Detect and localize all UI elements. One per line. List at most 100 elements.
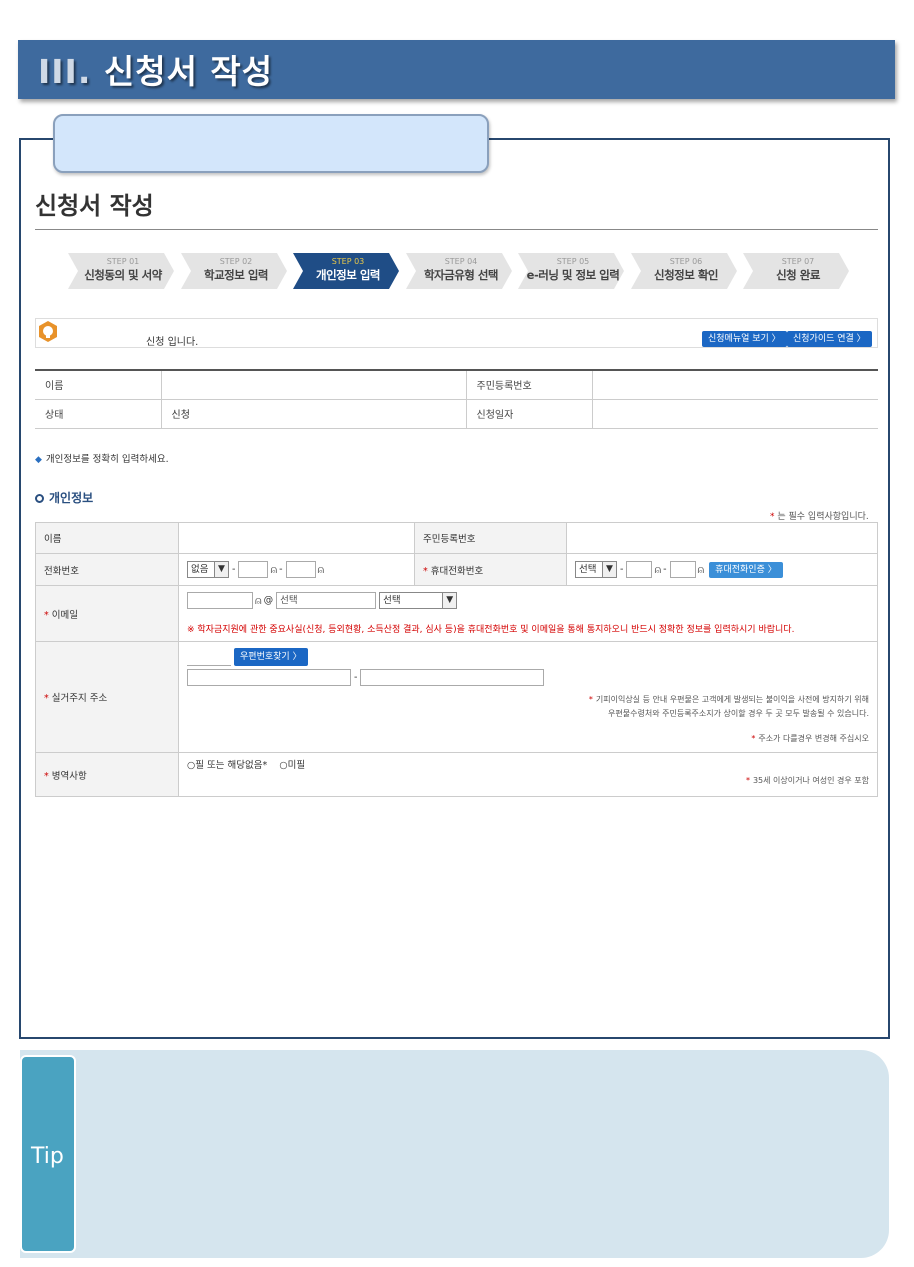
step-name: e-러닝 및 정보 입력 — [526, 268, 620, 282]
table-row: * 병역사항 ○필 또는 해당없음* ○미필 * 35세 이상이거나 여성인 경우 … — [35, 752, 878, 797]
mobile-verify-button[interactable]: 휴대전화인증 〉 — [709, 561, 783, 578]
step-number: STEP 04 — [444, 257, 478, 266]
email-id-input[interactable] — [187, 592, 253, 609]
table-row: * 실거주지 주소 우편번호찾기 〉 - * 기피이익상실 등 안내 우편물은 고객… — [35, 641, 878, 753]
military-label-text: 병역사항 — [51, 770, 87, 782]
zip-input[interactable] — [187, 648, 231, 666]
form-rrn-value — [566, 522, 878, 554]
address-label-text: 실거주지 주소 — [51, 693, 108, 704]
table-row: 이름 주민등록번호 — [35, 370, 878, 400]
chevron-down-icon: ▼ — [602, 562, 616, 577]
step-number: STEP 03 — [331, 257, 365, 266]
date-value — [591, 399, 878, 429]
email-label-text: 이메일 — [51, 609, 78, 621]
chevron-down-icon: ▼ — [214, 562, 228, 577]
phone-last-input[interactable] — [285, 561, 316, 578]
keypad-icon[interactable]: ⍝ — [270, 563, 277, 576]
mobile-middle-input[interactable] — [626, 561, 653, 578]
notice-text: ◆ 개인정보를 정확히 입력하세요. — [35, 451, 169, 465]
military-opt1-label: 필 또는 해당없음* — [195, 760, 268, 771]
section-heading-text: 개인정보 — [49, 491, 94, 505]
tip-box — [20, 1050, 889, 1258]
address-note-3: * 주소가 다를경우 변경해 주십시오 — [751, 734, 869, 743]
lightbulb-icon — [37, 320, 59, 344]
step-name: 개인정보 입력 — [316, 268, 380, 282]
address-note-2: 우편물수령처와 주민등록주소지가 상이할 경우 두 곳 모두 발송될 수 있습니… — [608, 709, 869, 718]
form-rrn-label: 주민등록번호 — [414, 522, 567, 554]
rrn-value — [591, 370, 878, 400]
phone-middle-input[interactable] — [238, 561, 269, 578]
zip-search-button[interactable]: 우편번호찾기 〉 — [234, 648, 308, 666]
required-mark: * — [44, 609, 49, 621]
keypad-icon[interactable]: ⍝ — [698, 563, 705, 576]
step-name: 신청정보 확인 — [654, 268, 718, 282]
military-note-text: 35세 이상이거나 여성인 경우 포함 — [752, 776, 869, 785]
address-note-1-text: 기피이익상실 등 안내 우편물은 고객에게 발생되는 불이익을 사전에 방지하기… — [595, 695, 869, 704]
email-domain-select-value: 선택 — [383, 595, 401, 606]
military-radio-2[interactable]: ○ — [279, 760, 287, 771]
step-name: 학자금유형 선택 — [423, 268, 499, 282]
step-item: STEP 04 학자금유형 선택 — [406, 253, 516, 289]
military-label: * 병역사항 — [35, 752, 179, 797]
caption-tab — [53, 114, 489, 173]
phone-prefix-select[interactable]: 없음 ▼ — [187, 561, 229, 578]
step-number: STEP 05 — [556, 257, 590, 266]
keypad-icon[interactable]: ⍝ — [318, 563, 325, 576]
email-domain-input[interactable]: 선택 — [276, 592, 377, 609]
step-number: STEP 02 — [219, 257, 253, 266]
step-name: 신청 완료 — [776, 268, 820, 282]
mobile-last-input[interactable] — [669, 561, 696, 578]
required-mark: * — [423, 565, 428, 577]
step-number: STEP 06 — [669, 257, 703, 266]
address-note-1: * 기피이익상실 등 안내 우편물은 고객에게 발생되는 불이익을 사전에 방지하… — [588, 695, 869, 704]
circle-bullet-icon — [35, 494, 44, 503]
step-item: STEP 01 신청동의 및 서약 — [68, 253, 178, 289]
address-inputs: - — [187, 669, 869, 686]
mobile-label-text: 휴대전화번호 — [430, 565, 484, 577]
step-item: STEP 02 학교정보 입력 — [181, 253, 291, 289]
table-row: 상태 신청 신청일자 — [35, 399, 878, 429]
required-mark: * — [44, 770, 49, 782]
phone-field-group: 없음 ▼ - ⍝ - ⍝ — [178, 553, 415, 586]
status-value: 신청 — [160, 399, 466, 429]
address-field-group: 우편번호찾기 〉 - * 기피이익상실 등 안내 우편물은 고객에게 발생되는 불… — [178, 641, 878, 753]
address-note-3-text: 주소가 다를경우 변경해 주십시오 — [758, 734, 869, 743]
email-domain-select[interactable]: 선택 ▼ — [379, 592, 458, 609]
date-label: 신청일자 — [465, 399, 592, 429]
section-heading: 개인정보 — [35, 489, 93, 506]
email-field-group: ⍝ @ 선택 선택 ▼ ※ 학자금지원에 관한 중요사실(신청, 등외현황, 소득산… — [178, 585, 878, 642]
tip-label: Tip — [31, 1144, 64, 1169]
title-divider — [35, 229, 878, 230]
applicant-summary-table: 이름 주민등록번호 상태 신청 신청일자 — [35, 369, 878, 429]
notice-label: 개인정보를 정확히 입력하세요. — [45, 454, 169, 465]
email-inputs: ⍝ @ 선택 선택 ▼ — [187, 592, 869, 614]
address-line2-input[interactable] — [360, 669, 545, 686]
required-note: * 는 필수 입력사항입니다. — [770, 509, 869, 522]
form-name-value — [178, 522, 415, 554]
status-label: 상태 — [35, 399, 161, 429]
zip-row: 우편번호찾기 〉 — [187, 648, 869, 666]
step-item: STEP 06 신청정보 확인 — [631, 253, 741, 289]
address-label: * 실거주지 주소 — [35, 641, 179, 753]
military-note: * 35세 이상이거나 여성인 경우 포함 — [745, 776, 869, 785]
table-row: 전화번호 없음 ▼ - ⍝ - ⍝ * 휴대전화번호 선택 ▼ - ⍝ - ⍝ 휴대전화인… — [35, 553, 878, 586]
page-title: 신청서 작성 — [35, 192, 154, 220]
address-line1-input[interactable] — [187, 669, 351, 686]
guide-button[interactable]: 신청가이드 연결 〉 — [787, 331, 872, 347]
section-banner-title: III. 신청서 작성 — [38, 45, 273, 93]
keypad-icon[interactable]: ⍝ — [255, 594, 262, 607]
military-field-group: ○필 또는 해당없음* ○미필 * 35세 이상이거나 여성인 경우 포함 — [178, 752, 878, 797]
phone-label: 전화번호 — [35, 553, 179, 586]
rrn-label: 주민등록번호 — [465, 370, 592, 400]
step-number: STEP 01 — [106, 257, 140, 266]
info-text: 신청 입니다. — [146, 337, 199, 348]
chevron-down-icon: ▼ — [442, 593, 457, 608]
personal-info-form: 이름 주민등록번호 전화번호 없음 ▼ - ⍝ - ⍝ * 휴대전화번호 선택 ▼ - … — [35, 522, 878, 797]
step-item: STEP 03 개인정보 입력 — [293, 253, 403, 289]
manual-button[interactable]: 신청메뉴얼 보기 〉 — [702, 331, 787, 347]
mobile-prefix-value: 선택 — [579, 564, 597, 575]
required-mark: * — [44, 693, 49, 704]
section-numeral: III. — [38, 52, 92, 91]
mobile-prefix-select[interactable]: 선택 ▼ — [575, 561, 617, 578]
keypad-icon[interactable]: ⍝ — [654, 563, 661, 576]
